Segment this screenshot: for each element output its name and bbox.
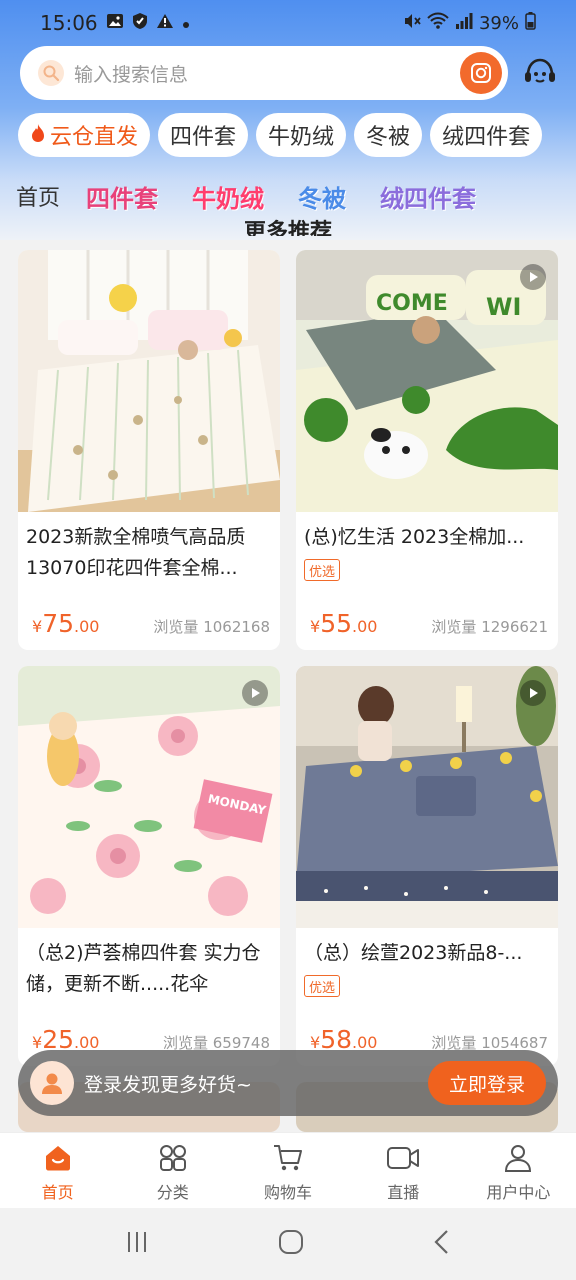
product-card[interactable]: MONDAY （总2)芦荟棉四件套 实力仓储，更新不断.....花伞 ¥ 25 … xyxy=(18,666,280,1066)
price-integer: 55 xyxy=(320,609,352,638)
price-row: ¥ 75 .00 浏览量 1062168 xyxy=(18,609,280,638)
video-play-icon xyxy=(520,680,546,706)
nav-category[interactable]: 分类 xyxy=(115,1133,230,1208)
signal-icon xyxy=(455,12,473,35)
price-decimal: .00 xyxy=(352,617,378,636)
view-count: 浏览量 1062168 xyxy=(153,618,270,636)
flame-icon xyxy=(30,123,46,148)
nav-label: 首页 xyxy=(41,1183,74,1202)
nav-home[interactable]: 首页 xyxy=(0,1133,115,1208)
product-title[interactable]: 2023新款全棉喷气高品质13070印花四件套全棉... xyxy=(18,512,280,586)
nav-user-center[interactable]: 用户中心 xyxy=(461,1133,576,1208)
home-icon xyxy=(41,1141,75,1175)
svg-text:WI: WI xyxy=(486,293,521,321)
price-symbol: ¥ xyxy=(32,617,43,636)
nav-label: 直播 xyxy=(387,1183,420,1202)
chip-milk-velvet[interactable]: 牛奶绒 xyxy=(256,113,347,157)
user-icon xyxy=(501,1141,535,1175)
chip-label: 云仓直发 xyxy=(50,125,139,150)
customer-service-button[interactable] xyxy=(520,53,560,93)
price-symbol: ¥ xyxy=(32,1033,43,1052)
chip-label: 冬被 xyxy=(366,125,411,150)
section-title-text: 更多推荐 xyxy=(243,220,332,236)
back-chevron-icon xyxy=(434,1230,448,1254)
login-prompt-text: 登录发现更多好货~ xyxy=(84,1073,252,1096)
section-title: 更多推荐 xyxy=(0,208,576,236)
dot-icon xyxy=(182,14,190,33)
bottom-nav: 首页 分类 购物车 直播 用户中心 xyxy=(0,1132,576,1208)
wifi-icon xyxy=(427,12,449,35)
avatar-icon xyxy=(30,1061,74,1105)
search-row: 输入搜索信息 xyxy=(20,46,560,100)
price-decimal: .00 xyxy=(74,617,100,636)
warning-icon xyxy=(156,13,174,33)
search-icon xyxy=(38,60,64,86)
chip-four-piece[interactable]: 四件套 xyxy=(158,113,249,157)
battery-icon xyxy=(525,11,536,35)
nav-live[interactable]: 直播 xyxy=(346,1133,461,1208)
product-image[interactable] xyxy=(296,666,558,928)
video-play-icon xyxy=(520,264,546,290)
product-image[interactable]: COME WI xyxy=(296,250,558,512)
live-icon xyxy=(386,1141,420,1175)
login-prompt-bar: 登录发现更多好货~ 立即登录 xyxy=(18,1050,558,1116)
preferred-badge: 优选 xyxy=(304,559,341,581)
headset-icon xyxy=(525,58,555,83)
price-integer: 75 xyxy=(42,609,74,638)
svg-text:COME: COME xyxy=(376,291,448,316)
product-title[interactable]: （总2)芦荟棉四件套 实力仓储，更新不断.....花伞 xyxy=(18,928,280,1002)
price-symbol: ¥ xyxy=(310,617,321,636)
chip-velvet-four-piece[interactable]: 绒四件套 xyxy=(430,113,543,157)
recent-apps-button[interactable] xyxy=(124,1230,150,1258)
product-title[interactable]: （总）绘萱2023新品8-... xyxy=(296,928,558,973)
camera-search-button[interactable] xyxy=(460,52,502,94)
gallery-icon xyxy=(106,13,124,33)
chip-winter-quilt[interactable]: 冬被 xyxy=(354,113,423,157)
nav-label: 购物车 xyxy=(264,1183,313,1202)
view-count: 浏览量 1296621 xyxy=(431,618,548,636)
product-image[interactable]: MONDAY xyxy=(18,666,280,928)
chip-label: 绒四件套 xyxy=(442,125,531,150)
chip-cloud-warehouse[interactable]: 云仓直发 xyxy=(18,113,151,157)
search-input[interactable]: 输入搜索信息 xyxy=(20,46,508,100)
price-row: ¥ 55 .00 浏览量 1296621 xyxy=(296,609,558,638)
cart-icon xyxy=(271,1141,305,1175)
search-placeholder: 输入搜索信息 xyxy=(74,63,189,86)
shield-icon xyxy=(132,12,148,34)
product-card[interactable]: 2023新款全棉喷气高品质13070印花四件套全棉... ¥ 75 .00 浏览… xyxy=(18,250,280,650)
home-circle-icon xyxy=(279,1230,303,1254)
product-card[interactable]: （总）绘萱2023新品8-... 优选 ¥ 58 .00 浏览量 1054687 xyxy=(296,666,558,1066)
system-nav-bar xyxy=(0,1208,576,1280)
login-button[interactable]: 立即登录 xyxy=(428,1061,546,1105)
product-card[interactable]: COME WI (总)忆生活 2023全棉加... 优选 ¥ 55 .00 浏览… xyxy=(296,250,558,650)
product-title[interactable]: (总)忆生活 2023全棉加... xyxy=(296,512,558,557)
recent-apps-icon xyxy=(128,1232,146,1252)
nav-label: 用户中心 xyxy=(486,1183,551,1202)
quick-chips: 云仓直发 四件套 牛奶绒 冬被 绒四件套 xyxy=(18,113,543,157)
chip-label: 牛奶绒 xyxy=(268,125,335,150)
category-icon xyxy=(156,1141,190,1175)
product-image[interactable] xyxy=(18,250,280,512)
battery-level: 39% xyxy=(478,12,519,34)
back-button[interactable] xyxy=(432,1229,452,1259)
camera-icon xyxy=(471,63,491,83)
nav-cart[interactable]: 购物车 xyxy=(230,1133,345,1208)
nav-label: 分类 xyxy=(156,1183,189,1202)
chip-label: 四件套 xyxy=(170,125,237,150)
home-system-button[interactable] xyxy=(278,1229,304,1259)
video-play-icon xyxy=(242,680,268,706)
status-time: 15:06 xyxy=(40,11,98,35)
mute-icon xyxy=(403,12,421,35)
preferred-badge: 优选 xyxy=(304,975,341,997)
status-bar: 15:06 39% xyxy=(0,0,576,46)
